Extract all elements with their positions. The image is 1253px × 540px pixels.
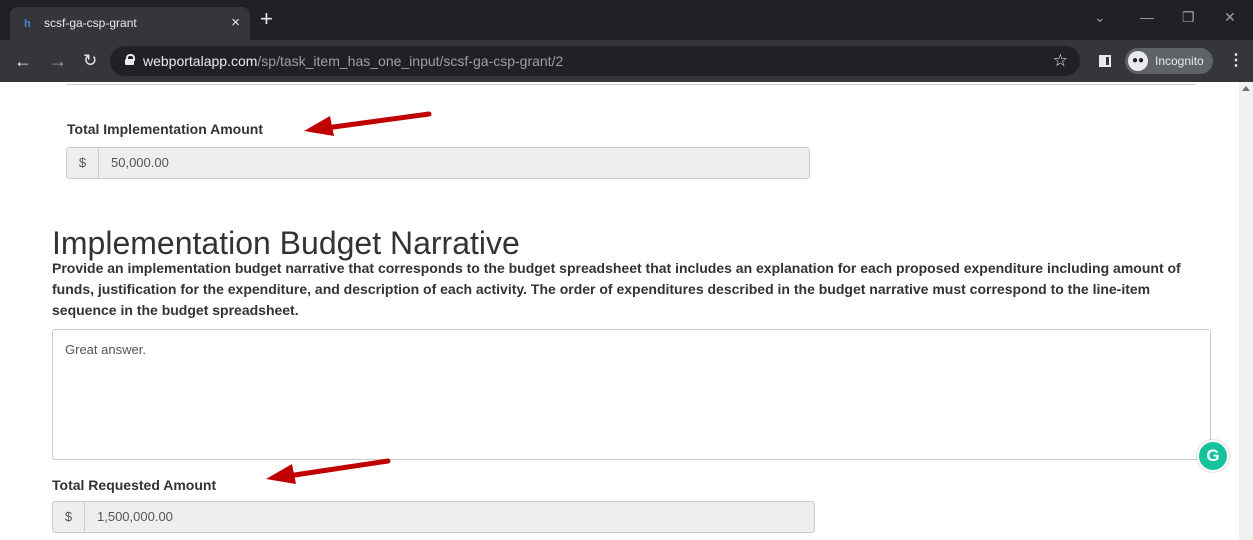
tab-strip: h scsf-ga-csp-grant × + ⌄ — ❐ ✕ (0, 0, 1253, 40)
page-title: Implementation Budget Narrative (52, 225, 520, 262)
close-tab-icon[interactable]: × (231, 13, 240, 33)
bookmark-star-icon[interactable]: ☆ (1053, 51, 1068, 71)
tab-title: scsf-ga-csp-grant (44, 16, 137, 30)
page-content: Total Implementation Amount $ 50,000.00 … (0, 82, 1253, 540)
annotation-arrow-icon (304, 111, 432, 136)
url-domain: webportalapp.com (143, 53, 258, 69)
close-window-icon[interactable]: ✕ (1224, 9, 1236, 26)
restore-icon[interactable]: ❐ (1182, 9, 1195, 26)
back-icon[interactable]: ← (14, 51, 32, 71)
browser-toolbar: ← → ↻ webportalapp.com/sp/task_item_has_… (0, 40, 1253, 82)
scroll-up-icon[interactable] (1242, 86, 1250, 91)
site-favicon-icon: h (24, 18, 31, 30)
forward-icon[interactable]: → (49, 51, 67, 71)
url-path: /sp/task_item_has_one_input/scsf-ga-csp-… (257, 53, 564, 69)
section-divider (66, 82, 1196, 85)
annotation-arrow-icon (266, 458, 391, 484)
narrative-textarea[interactable]: Great answer. (52, 329, 1211, 460)
currency-addon: $ (67, 148, 99, 178)
new-tab-button[interactable]: + (260, 8, 273, 30)
currency-addon: $ (53, 502, 85, 532)
vertical-scrollbar[interactable] (1239, 82, 1253, 540)
incognito-profile-button[interactable]: ●● Incognito (1125, 48, 1213, 74)
total-implementation-value: 50,000.00 (111, 155, 169, 170)
minimize-icon[interactable]: — (1140, 9, 1154, 25)
side-panel-icon[interactable] (1099, 55, 1111, 67)
total-requested-label: Total Requested Amount (52, 477, 217, 493)
incognito-label: Incognito (1155, 54, 1204, 68)
narrative-prompt: Provide an implementation budget narrati… (52, 260, 1181, 318)
incognito-icon: ●● (1128, 51, 1148, 71)
total-requested-value: 1,500,000.00 (97, 509, 173, 524)
address-bar[interactable]: webportalapp.com/sp/task_item_has_one_in… (110, 46, 1080, 76)
browser-menu-icon[interactable]: ⋮ (1228, 50, 1244, 70)
total-implementation-field[interactable]: $ 50,000.00 (66, 147, 810, 179)
lock-icon[interactable] (125, 54, 135, 65)
total-requested-field[interactable]: $ 1,500,000.00 (52, 501, 815, 533)
total-implementation-label: Total Implementation Amount (67, 121, 263, 137)
browser-tab[interactable]: h scsf-ga-csp-grant × (10, 7, 250, 40)
reload-icon[interactable]: ↻ (83, 51, 97, 71)
tab-search-icon[interactable]: ⌄ (1094, 9, 1106, 26)
url-text[interactable]: webportalapp.com/sp/task_item_has_one_in… (143, 53, 563, 69)
grammarly-icon[interactable]: G (1197, 440, 1229, 472)
